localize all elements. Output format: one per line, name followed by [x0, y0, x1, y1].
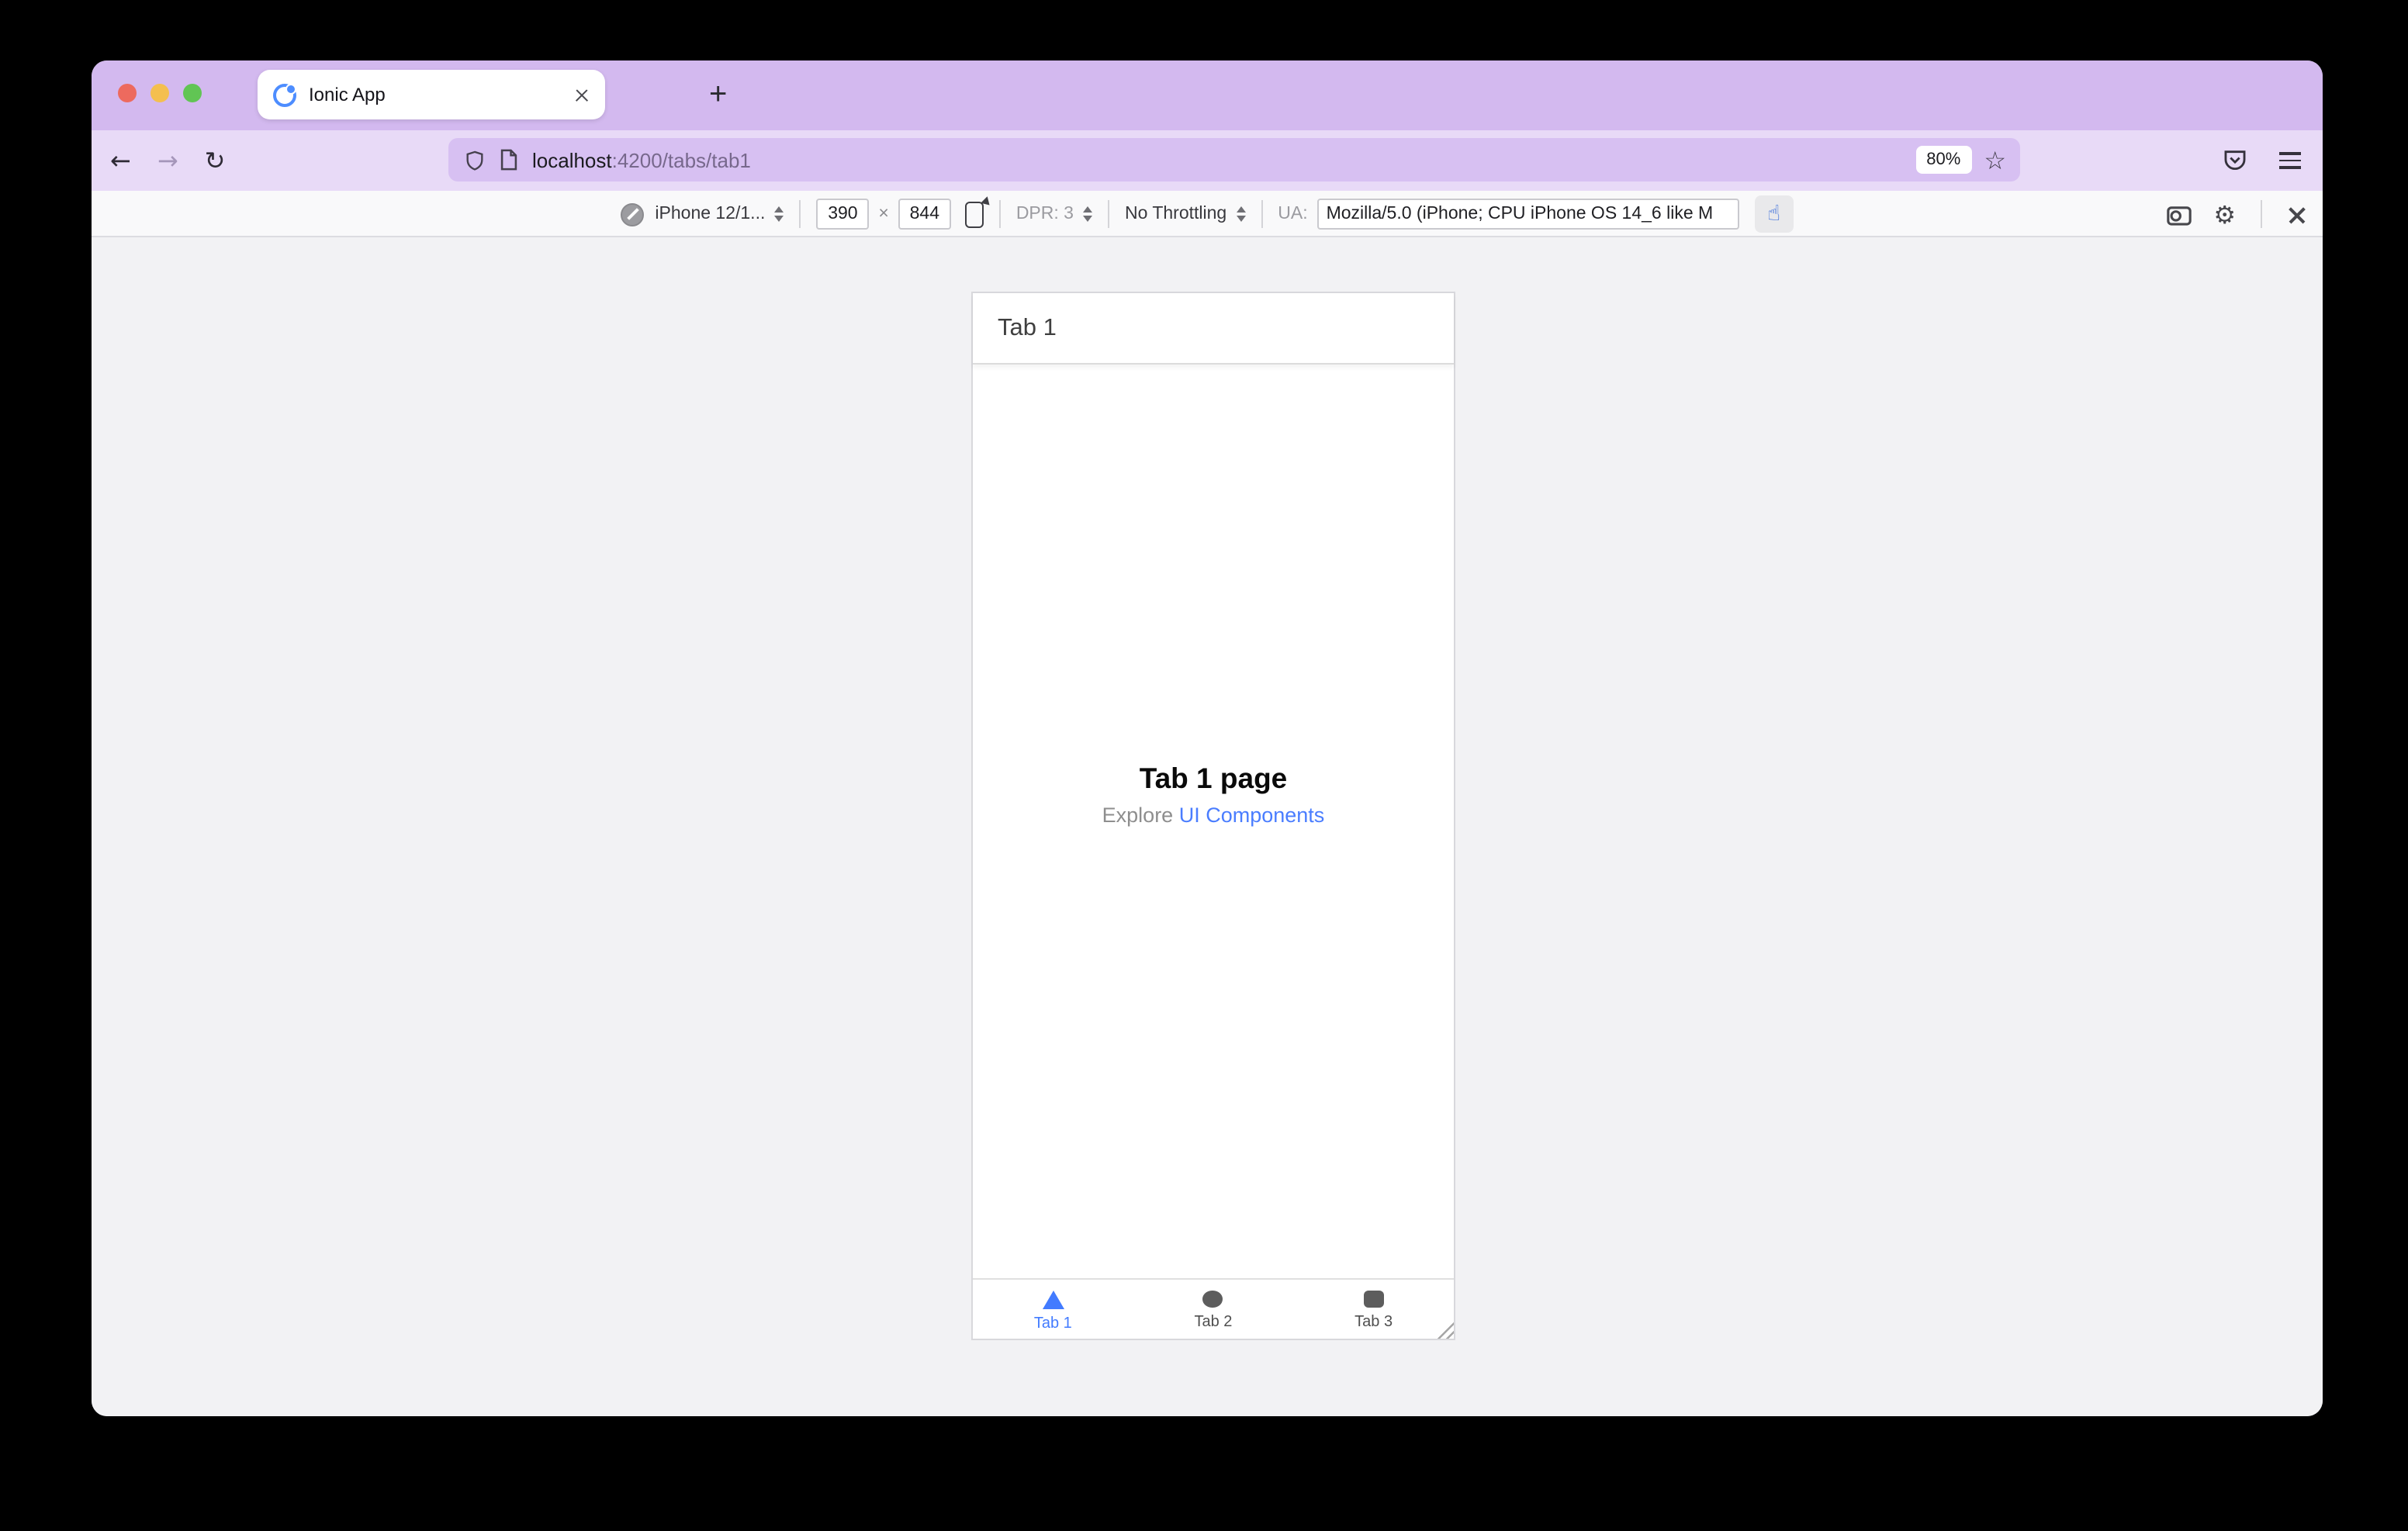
viewport-height-input[interactable]: [898, 199, 951, 230]
ua-label: UA:: [1278, 205, 1308, 223]
menu-icon[interactable]: [2279, 151, 2301, 170]
throttling-selector-arrows-icon[interactable]: [1236, 206, 1246, 222]
ui-components-link[interactable]: UI Components: [1179, 804, 1325, 827]
bookmark-star-icon[interactable]: ☆: [1984, 145, 2006, 175]
triangle-icon: [1042, 1290, 1064, 1308]
url-toolbar: ← → ↻ localhost:4200/tabs/tab1 80% ☆: [92, 130, 2323, 191]
separator: [998, 200, 1001, 228]
separator: [799, 200, 801, 228]
device-favicon-icon: [621, 202, 645, 226]
browser-tab-ionic-app[interactable]: Ionic App: [258, 70, 605, 119]
throttling-selector[interactable]: No Throttling: [1125, 205, 1226, 223]
nav-buttons: ← → ↻: [110, 130, 225, 191]
zoom-level-badge[interactable]: 80%: [1915, 146, 1972, 174]
minimize-window-button[interactable]: [150, 84, 169, 102]
shield-icon[interactable]: [464, 148, 486, 171]
rdm-right-buttons: ⚙: [2165, 191, 2307, 237]
tab-button-tab2[interactable]: Tab 2: [1133, 1280, 1294, 1339]
dpr-selector[interactable]: DPR: 3: [1016, 205, 1074, 223]
page-subtitle: Explore UI Components: [973, 804, 1454, 827]
tab-strip: Ionic App +: [92, 60, 2323, 130]
rotate-viewport-icon[interactable]: [964, 201, 984, 227]
close-rdm-icon[interactable]: [2287, 204, 2307, 224]
touch-simulation-button[interactable]: ☝: [1754, 195, 1794, 233]
device-selector-arrows-icon[interactable]: [774, 206, 784, 222]
browser-window: Ionic App + ← → ↻ localhost:4200/tabs/ta…: [92, 60, 2323, 1416]
rdm-controls: iPhone 12/1... × DPR: 3 No Throttling UA…: [92, 191, 2323, 237]
tab-label: Tab 3: [1354, 1314, 1393, 1331]
user-agent-input[interactable]: [1316, 199, 1739, 230]
responsive-design-toolbar: iPhone 12/1... × DPR: 3 No Throttling UA…: [92, 191, 2323, 237]
url-path: :4200/tabs/tab1: [611, 148, 751, 171]
dpr-selector-arrows-icon[interactable]: [1082, 206, 1092, 222]
forward-icon: →: [157, 146, 178, 175]
square-icon: [1364, 1291, 1384, 1308]
pocket-icon[interactable]: [2222, 147, 2248, 174]
zoom-window-button[interactable]: [183, 84, 202, 102]
subtitle-text: Explore: [1102, 804, 1179, 827]
app-header: Tab 1: [973, 293, 1454, 365]
settings-gear-icon[interactable]: ⚙: [2213, 199, 2236, 229]
touch-icon: ☝: [1767, 202, 1781, 226]
close-window-button[interactable]: [118, 84, 137, 102]
tab-button-tab1[interactable]: Tab 1: [973, 1280, 1133, 1339]
page-info-icon[interactable]: [500, 149, 518, 171]
page-title: Tab 1 page: [1139, 762, 1288, 794]
separator: [1107, 200, 1109, 228]
viewport-width-input[interactable]: [816, 199, 870, 230]
content-area: Tab 1 Tab 1 page Explore UI Components T…: [92, 237, 2323, 1416]
url-host: localhost: [532, 148, 612, 171]
tab-label: Tab 2: [1194, 1314, 1233, 1332]
tab-button-tab3[interactable]: Tab 3: [1293, 1280, 1454, 1339]
url-text[interactable]: localhost:4200/tabs/tab1: [532, 148, 1915, 171]
device-viewport: Tab 1 Tab 1 page Explore UI Components T…: [971, 292, 1455, 1340]
reload-icon[interactable]: ↻: [205, 146, 226, 175]
traffic-lights: [118, 84, 202, 102]
separator: [2261, 200, 2262, 228]
app-center-block: Tab 1 page Explore UI Components: [973, 762, 1454, 827]
app-header-title: Tab 1: [998, 315, 1057, 341]
address-bar[interactable]: localhost:4200/tabs/tab1 80% ☆: [448, 138, 2020, 181]
back-icon[interactable]: ←: [110, 146, 131, 175]
close-tab-icon[interactable]: [574, 87, 590, 102]
circle-icon: [1202, 1290, 1223, 1308]
ionic-favicon-icon: [273, 83, 296, 106]
device-selector[interactable]: iPhone 12/1...: [655, 205, 765, 223]
app-tab-bar: Tab 1 Tab 2 Tab 3: [973, 1278, 1454, 1339]
separator: [1261, 200, 1263, 228]
screen: Ionic App + ← → ↻ localhost:4200/tabs/ta…: [0, 0, 2408, 1531]
tab-label: Tab 1: [1033, 1315, 1072, 1332]
tab-title: Ionic App: [309, 84, 386, 105]
screenshot-camera-icon[interactable]: [2165, 202, 2192, 226]
dimension-separator: ×: [878, 205, 889, 223]
new-tab-button[interactable]: +: [709, 79, 727, 110]
toolbar-right-icons: [2222, 130, 2301, 191]
